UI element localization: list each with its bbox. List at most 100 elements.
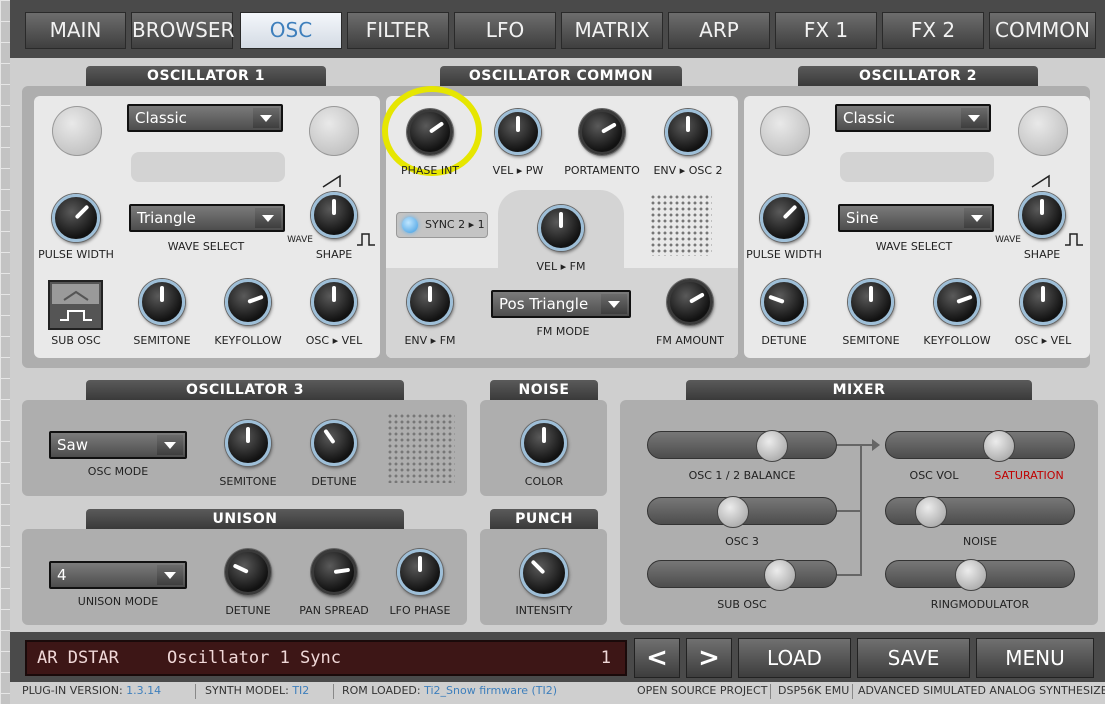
osc3-level-thumb[interactable] <box>716 496 749 528</box>
osc1-semitone-knob[interactable] <box>139 279 185 325</box>
osc-vol-label: OSC VOL <box>909 469 959 482</box>
env-fm-knob[interactable] <box>407 279 453 325</box>
osc2-wave-value: Sine <box>846 209 879 227</box>
noise-level-slider[interactable] <box>885 496 1075 528</box>
load-button[interactable]: LOAD <box>738 638 851 678</box>
osc3-semitone-knob[interactable] <box>225 420 271 466</box>
osc1-shape-label: SHAPE <box>315 248 353 261</box>
osc2-detune-knob[interactable] <box>761 279 807 325</box>
sub-osc-level-slider[interactable] <box>647 559 837 591</box>
lfo-phase-knob[interactable] <box>397 549 443 595</box>
tab-filter[interactable]: FILTER <box>347 12 449 49</box>
osc-balance-slider[interactable] <box>647 430 837 462</box>
fm-mode-dropdown[interactable]: Pos Triangle <box>491 290 631 318</box>
osc1-wave-dropdown[interactable]: Triangle <box>129 204 285 232</box>
osc2-left-button[interactable] <box>760 106 810 156</box>
osc1-right-button[interactable] <box>309 106 359 156</box>
next-patch-button[interactable]: > <box>686 638 732 678</box>
osc2-wave-dropdown[interactable]: Sine <box>838 204 994 232</box>
portamento-knob[interactable] <box>579 109 625 155</box>
osc1-type-dropdown[interactable]: Classic <box>127 104 283 132</box>
tab-fx2[interactable]: FX 2 <box>882 12 984 49</box>
tab-osc[interactable]: OSC <box>240 12 342 49</box>
osc2-type-dropdown[interactable]: Classic <box>835 104 991 132</box>
square-wave-icon <box>1065 233 1083 246</box>
osc1-keyfollow-knob[interactable] <box>225 279 271 325</box>
osc3-mode-dropdown[interactable]: Saw <box>49 431 187 459</box>
punch-intensity-knob[interactable] <box>520 549 568 597</box>
pan-spread-knob[interactable] <box>311 549 357 595</box>
chevron-down-icon <box>601 294 627 314</box>
tab-main[interactable]: MAIN <box>25 12 126 49</box>
osc1-wave-value: Triangle <box>137 209 196 227</box>
menu-button[interactable]: MENU <box>976 638 1094 678</box>
chevron-left-icon: < <box>646 643 668 673</box>
noise-level-thumb[interactable] <box>915 496 948 528</box>
plugin-version-value: 1.3.14 <box>126 684 162 697</box>
noise-color-knob[interactable] <box>521 420 567 466</box>
unison-detune-knob[interactable] <box>225 549 271 595</box>
osc3-detune-knob[interactable] <box>311 420 357 466</box>
portamento-label: PORTAMENTO <box>564 164 640 177</box>
osc2-shape-knob[interactable] <box>1019 192 1065 238</box>
sub-osc-toggle[interactable] <box>48 280 103 330</box>
osc1-shape-knob[interactable] <box>311 192 357 238</box>
arrow-right-icon <box>872 439 880 451</box>
punch-header: PUNCH <box>490 509 598 529</box>
fm-mode-value: Pos Triangle <box>499 295 589 313</box>
osc-balance-thumb[interactable] <box>756 430 789 462</box>
fm-mode-label: FM MODE <box>536 325 590 338</box>
common-header: OSCILLATOR COMMON <box>440 66 682 86</box>
prev-patch-button[interactable]: < <box>634 638 680 678</box>
sync-button[interactable]: SYNC 2 ▸ 1 <box>396 212 488 238</box>
tab-common[interactable]: COMMON <box>989 12 1096 49</box>
chevron-down-icon <box>157 435 183 455</box>
save-button[interactable]: SAVE <box>857 638 970 678</box>
unison-detune-label: DETUNE <box>225 604 271 617</box>
osc3-mode-label: OSC MODE <box>87 465 149 478</box>
osc2-wave-label: WAVE <box>995 235 1021 245</box>
osc-vol-thumb[interactable] <box>982 430 1015 462</box>
pan-spread-label: PAN SPREAD <box>299 604 369 617</box>
osc3-semitone-label: SEMITONE <box>219 475 277 488</box>
osc1-pulse-width-knob[interactable] <box>52 194 100 242</box>
phase-int-knob[interactable] <box>407 109 453 155</box>
tab-lfo[interactable]: LFO <box>454 12 556 49</box>
tab-matrix[interactable]: MATRIX <box>561 12 663 49</box>
chevron-down-icon <box>964 208 990 228</box>
ringmod-slider[interactable] <box>885 559 1075 591</box>
osc3-level-slider[interactable] <box>647 496 837 528</box>
osc2-pulse-width-knob[interactable] <box>760 194 808 242</box>
fm-amount-knob[interactable] <box>667 279 713 325</box>
osc2-right-button[interactable] <box>1018 106 1068 156</box>
patch-name: Oscillator 1 Sync <box>167 648 341 668</box>
tab-fx1[interactable]: FX 1 <box>775 12 877 49</box>
osc2-blank-display <box>840 152 994 182</box>
osc2-keyfollow-knob[interactable] <box>934 279 980 325</box>
rom-info: ROM LOADED: Ti2_Snow firmware (TI2) <box>342 684 557 697</box>
osc1-osc-vel-knob[interactable] <box>311 279 357 325</box>
saturation-label: SATURATION <box>994 469 1064 482</box>
tab-browser[interactable]: BROWSER <box>131 12 234 49</box>
synth-model-value: TI2 <box>292 684 310 697</box>
sub-osc-level-thumb[interactable] <box>763 559 796 591</box>
vel-fm-knob[interactable] <box>538 205 584 251</box>
env-osc2-knob[interactable] <box>665 109 711 155</box>
osc2-semitone-knob[interactable] <box>848 279 894 325</box>
osc2-osc-vel-knob[interactable] <box>1020 279 1066 325</box>
tab-arp[interactable]: ARP <box>668 12 770 49</box>
osc3-header: OSCILLATOR 3 <box>86 380 404 400</box>
unison-mode-dropdown[interactable]: 4 <box>49 561 187 589</box>
rom-label: ROM LOADED: <box>342 684 421 697</box>
osc-vol-slider[interactable] <box>885 430 1075 462</box>
osc1-left-button[interactable] <box>52 106 102 156</box>
footer-divider <box>770 684 771 699</box>
mixer-wire <box>837 510 861 512</box>
osc1-sub-osc-label: SUB OSC <box>51 334 101 347</box>
vel-pw-knob[interactable] <box>495 109 541 155</box>
open-source-label: OPEN SOURCE PROJECT <box>637 684 768 697</box>
sub-osc-level-label: SUB OSC <box>717 598 767 611</box>
ringmod-thumb[interactable] <box>954 559 987 591</box>
noise-header: NOISE <box>490 380 598 400</box>
patch-display[interactable]: AR DSTAR Oscillator 1 Sync 1 <box>25 640 627 676</box>
